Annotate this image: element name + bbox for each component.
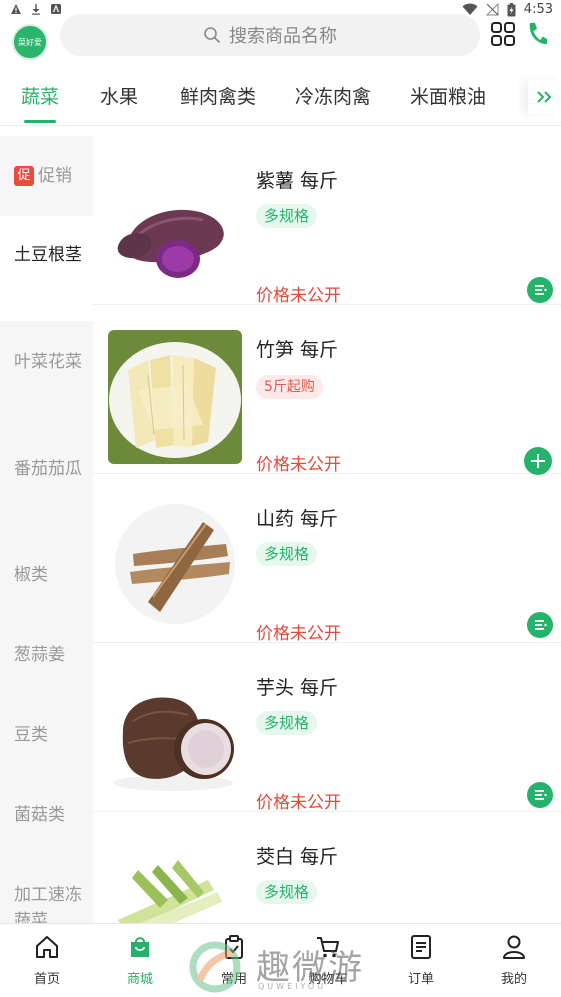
clock-time: 4:53 — [523, 2, 553, 17]
search-bar[interactable]: 搜索商品名称 — [60, 14, 480, 56]
tab-rice-flour-oil[interactable]: 米面粮油 — [410, 82, 486, 109]
product-image-yam[interactable] — [108, 502, 242, 636]
app-notification-icon — [51, 4, 61, 14]
product-name: 芋头 每斤 — [256, 677, 339, 699]
product-image-purple-sweet-potato[interactable] — [108, 164, 242, 298]
sidebar-item-beans[interactable]: 豆类 — [0, 671, 93, 751]
list-icon — [535, 285, 547, 295]
sidebar-item-label: 加工速冻蔬菜 — [14, 885, 82, 923]
select-spec-button[interactable] — [527, 277, 553, 303]
user-icon — [503, 935, 525, 959]
product-tag: 多规格 — [256, 880, 318, 904]
sidebar-item-label: 豆类 — [14, 725, 48, 745]
product-name: 紫薯 每斤 — [256, 170, 339, 192]
sidebar-item-onion-garlic-ginger[interactable]: 葱蒜姜 — [0, 591, 93, 671]
tab-vegetables[interactable]: 蔬菜 — [21, 82, 59, 109]
sidebar-item-label: 菌菇类 — [14, 805, 65, 825]
product-card[interactable]: 紫薯 每斤 多规格 价格未公开 — [93, 136, 561, 306]
plus-icon — [531, 454, 545, 468]
warning-icon — [11, 4, 21, 14]
double-chevron-right-icon — [536, 91, 551, 103]
bottom-navigation: 首页 商城 常用 购物车 订单 我的 — [0, 923, 561, 997]
grid-menu-icon[interactable] — [490, 21, 516, 47]
home-icon — [36, 936, 58, 958]
list-icon — [535, 790, 547, 800]
nav-profile[interactable]: 我的 — [474, 934, 554, 987]
product-card[interactable]: 山药 每斤 多规格 价格未公开 — [93, 474, 561, 644]
download-icon — [32, 4, 40, 15]
sidebar-item-label: 椒类 — [14, 565, 48, 585]
subcategory-sidebar: 促促销 土豆根茎 叶菜花菜 番茄茄瓜 椒类 葱蒜姜 豆类 菌菇类 加工速冻蔬菜 — [0, 136, 93, 923]
shopping-bag-icon — [131, 937, 149, 957]
sidebar-item-label: 葱蒜姜 — [14, 645, 65, 665]
product-image-water-bamboo[interactable] — [108, 840, 242, 923]
product-price: 价格未公开 — [256, 793, 341, 813]
search-placeholder: 搜索商品名称 — [229, 26, 337, 47]
nav-mall[interactable]: 商城 — [100, 934, 180, 987]
no-signal-icon — [485, 3, 499, 16]
list-icon — [535, 620, 547, 630]
more-tabs-button[interactable] — [528, 80, 561, 114]
nav-cart[interactable]: 购物车 — [288, 934, 368, 987]
nav-label: 订单 — [407, 972, 434, 987]
product-name: 山药 每斤 — [256, 508, 339, 530]
sidebar-item-label: 土豆根茎 — [14, 245, 82, 265]
nav-label: 首页 — [33, 972, 60, 987]
product-tag: 多规格 — [256, 204, 318, 228]
product-tag: 5斤起购 — [256, 375, 323, 399]
product-tag: 多规格 — [256, 542, 318, 566]
clipboard-icon — [225, 935, 243, 959]
product-card[interactable]: 茭白 每斤 多规格 — [93, 812, 561, 923]
tab-frozen-meat-poultry[interactable]: 冷冻肉禽 — [295, 82, 371, 109]
product-image-bamboo-shoots[interactable] — [108, 330, 242, 464]
product-card[interactable]: 竹笋 每斤 5斤起购 价格未公开 — [93, 305, 561, 475]
product-name: 茭白 每斤 — [256, 846, 339, 868]
promo-badge: 促 — [14, 166, 34, 186]
app-logo[interactable]: 菜好爱 — [12, 24, 48, 60]
nav-label: 常用 — [220, 972, 247, 987]
product-list: 紫薯 每斤 多规格 价格未公开 竹笋 每斤 5斤起购 价格未公开 山药 每斤 多… — [93, 136, 561, 923]
nav-home[interactable]: 首页 — [7, 934, 87, 987]
sidebar-item-mushrooms[interactable]: 菌菇类 — [0, 751, 93, 831]
product-name: 竹笋 每斤 — [256, 339, 339, 361]
sidebar-item-peppers[interactable]: 椒类 — [0, 511, 93, 591]
product-image-taro[interactable] — [108, 671, 242, 805]
nav-label: 购物车 — [308, 972, 348, 987]
sidebar-item-label: 番茄茄瓜 — [14, 459, 82, 479]
sidebar-item-tomato-eggplant-melon[interactable]: 番茄茄瓜 — [0, 416, 93, 511]
nav-label: 我的 — [500, 972, 527, 987]
sidebar-item-leafy-greens[interactable]: 叶菜花菜 — [0, 321, 93, 416]
document-icon — [411, 935, 431, 959]
sidebar-item-processed-frozen[interactable]: 加工速冻蔬菜 — [0, 831, 93, 923]
nav-frequent[interactable]: 常用 — [194, 934, 274, 987]
select-spec-button[interactable] — [527, 782, 553, 808]
sidebar-item-label: 叶菜花菜 — [14, 352, 82, 372]
active-tab-indicator — [24, 120, 56, 123]
app-logo-text: 菜好爱 — [18, 37, 42, 47]
tab-fruit[interactable]: 水果 — [100, 82, 138, 109]
select-spec-button[interactable] — [527, 612, 553, 638]
tab-fresh-meat-poultry[interactable]: 鲜肉禽类 — [180, 82, 256, 109]
product-tag: 多规格 — [256, 711, 318, 735]
nav-label: 商城 — [126, 972, 153, 987]
nav-orders[interactable]: 订单 — [381, 934, 461, 987]
battery-icon — [507, 2, 516, 16]
sidebar-item-potato-roots[interactable]: 土豆根茎 — [0, 216, 93, 321]
phone-icon[interactable] — [526, 21, 548, 47]
cart-icon — [317, 937, 339, 958]
category-tabs: 蔬菜 水果 鲜肉禽类 冷冻肉禽 米面粮油 — [0, 66, 561, 126]
product-price: 价格未公开 — [256, 455, 341, 475]
sidebar-item-promotion[interactable]: 促促销 — [0, 136, 93, 216]
product-price: 价格未公开 — [256, 624, 341, 644]
search-icon — [204, 27, 220, 43]
product-price: 价格未公开 — [256, 286, 341, 306]
add-to-cart-button[interactable] — [524, 447, 552, 475]
top-header: 菜好爱 搜索商品名称 — [0, 14, 561, 66]
sidebar-item-label: 促销 — [38, 166, 72, 186]
product-card[interactable]: 芋头 每斤 多规格 价格未公开 — [93, 643, 561, 813]
